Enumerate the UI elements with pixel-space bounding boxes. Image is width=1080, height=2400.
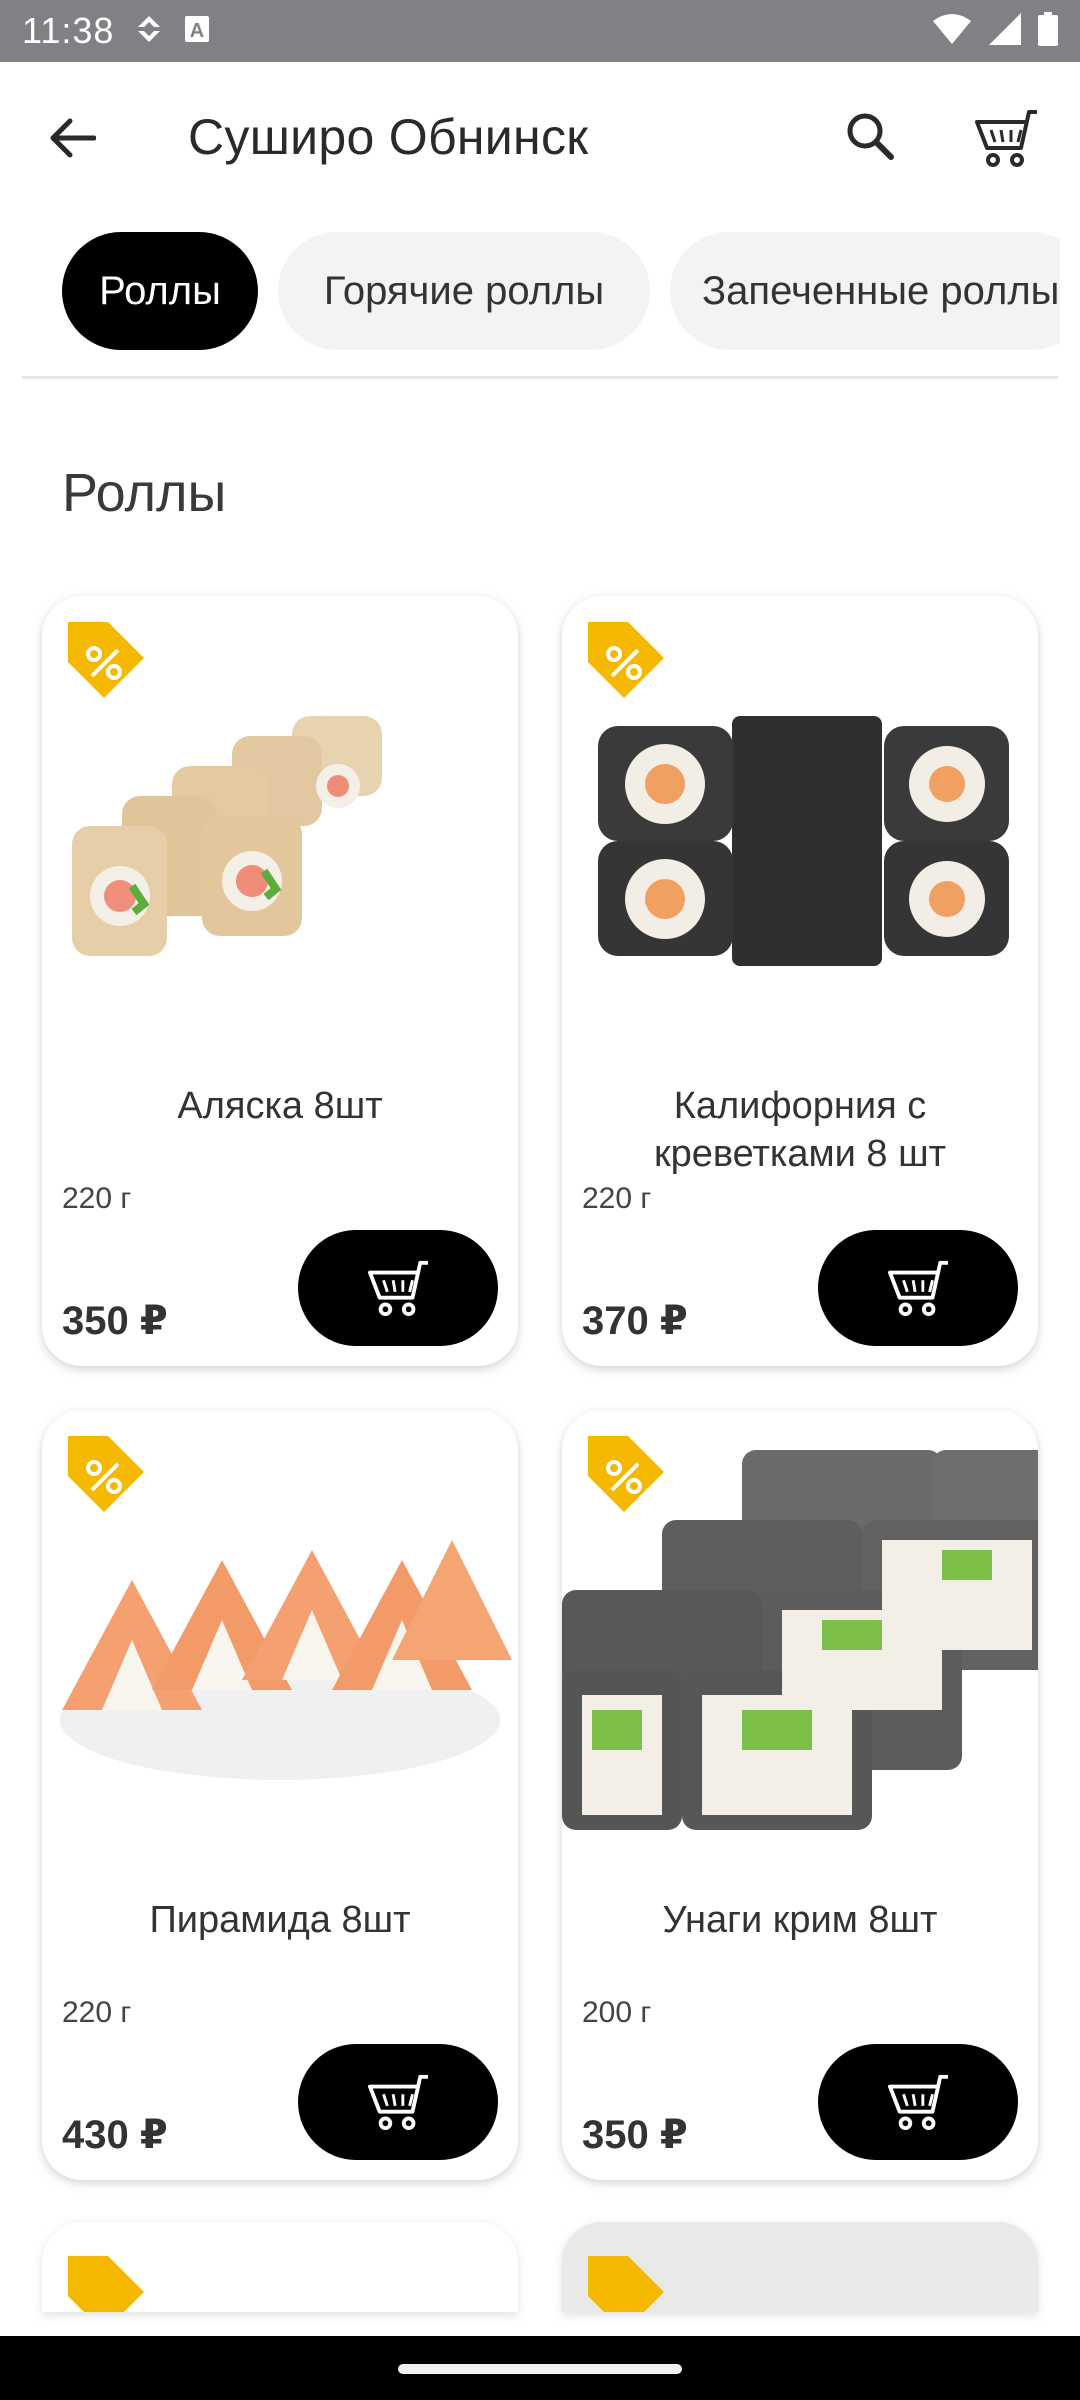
add-to-cart-button[interactable] (818, 1230, 1018, 1346)
product-card[interactable]: Пирамида 8шт 220 г 430 ₽ (42, 1410, 518, 2180)
back-arrow-icon (50, 118, 96, 158)
cart-icon (888, 1260, 948, 1317)
signal-icon (988, 12, 1022, 51)
tab-baked-rolls[interactable]: Запеченные роллы (670, 232, 1060, 350)
discount-tag-icon (588, 2256, 664, 2312)
tab-rolls[interactable]: Роллы (62, 232, 258, 350)
add-to-cart-button[interactable] (298, 1230, 498, 1346)
product-weight: 200 г (582, 1996, 652, 2029)
section-title: Роллы (62, 463, 227, 523)
product-name: Унаги крим 8шт (662, 1899, 938, 1941)
data-saver-icon (136, 14, 162, 49)
product-weight: 220 г (62, 1996, 132, 2029)
page-title: Суширо Обнинск (188, 109, 589, 165)
cart-icon (368, 1260, 428, 1317)
system-nav-bar (0, 2336, 1080, 2400)
status-time: 11:38 (22, 10, 115, 51)
product-card[interactable]: Унаги крим 8шт 200 г 350 ₽ (562, 1410, 1038, 2180)
product-price: 350 ₽ (62, 1299, 168, 1343)
app-bar: Суширо Обнинск (0, 62, 1080, 212)
cart-icon (888, 2074, 948, 2131)
cart-icon (368, 2074, 428, 2131)
product-card[interactable]: Калифорния с креветками 8 шт 220 г 370 ₽ (562, 596, 1038, 1366)
svg-text:A: A (190, 20, 204, 42)
discount-tag-icon (588, 622, 664, 698)
add-to-cart-button[interactable] (818, 2044, 1018, 2160)
add-to-cart-button[interactable] (298, 2044, 498, 2160)
home-gesture-handle[interactable] (398, 2364, 682, 2374)
product-weight: 220 г (582, 1182, 652, 1215)
product-name: Аляска 8шт (177, 1085, 383, 1127)
category-tabs: Роллы Горячие роллы Запеченные роллы (0, 232, 1060, 354)
a-keyboard-icon: A (184, 15, 210, 48)
product-name: Пирамида 8шт (149, 1899, 411, 1941)
discount-tag-icon (68, 2256, 144, 2312)
status-bar: 11:38 A (0, 0, 1080, 62)
tab-hot-rolls[interactable]: Горячие роллы (278, 232, 650, 350)
cart-button[interactable] (964, 100, 1048, 176)
product-price: 370 ₽ (582, 1299, 688, 1343)
cart-icon (975, 110, 1037, 167)
search-icon (847, 113, 894, 160)
product-name: Калифорния с креветками 8 шт (653, 1085, 946, 1175)
discount-tag-icon (588, 1436, 664, 1512)
wifi-icon (932, 13, 972, 50)
divider (22, 376, 1058, 379)
product-price: 350 ₽ (582, 2113, 688, 2157)
back-button[interactable] (42, 107, 104, 169)
discount-tag-icon (68, 622, 144, 698)
product-weight: 220 г (62, 1182, 132, 1215)
discount-tag-icon (68, 1436, 144, 1512)
search-button[interactable] (836, 102, 904, 170)
product-card[interactable]: Аляска 8шт 220 г 350 ₽ (42, 596, 518, 1366)
battery-icon (1038, 11, 1058, 51)
product-price: 430 ₽ (62, 2113, 168, 2157)
product-card[interactable] (42, 2222, 518, 2312)
product-card[interactable] (562, 2222, 1038, 2312)
